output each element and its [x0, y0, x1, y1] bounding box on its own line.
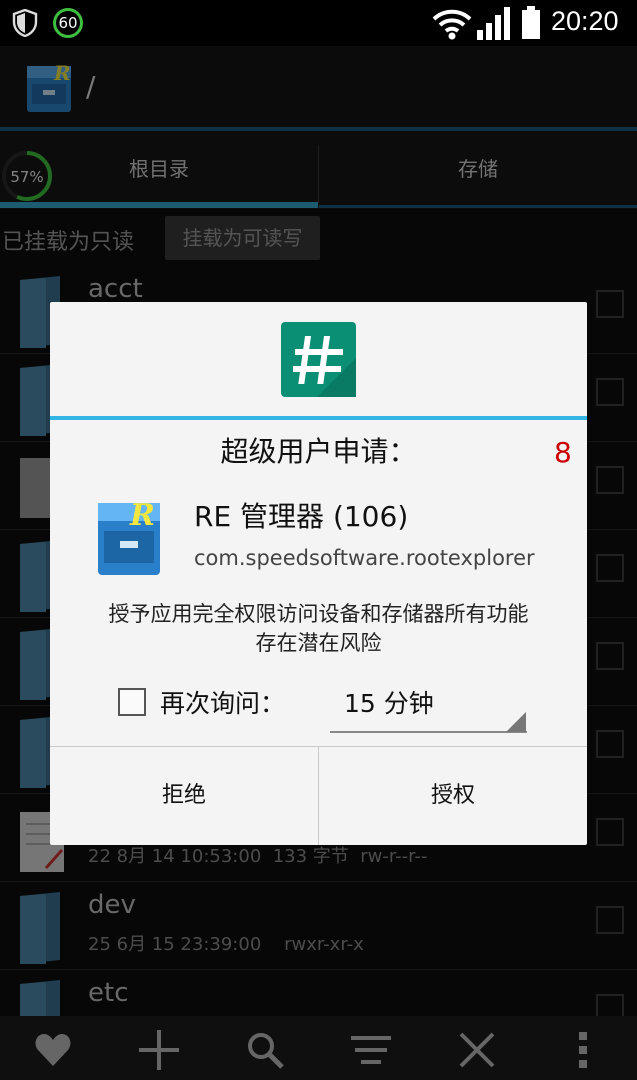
ask-again-checkbox[interactable] [118, 688, 146, 716]
ask-again-label: 再次询问： [160, 689, 286, 718]
app-package-name: com.speedsoftware.rootexplorer [194, 546, 535, 570]
status-bar: 60 20:20 [0, 0, 637, 46]
svg-text:R: R [129, 498, 155, 533]
clock: 20:20 [551, 6, 619, 36]
re-manager-app-icon: R [98, 498, 160, 575]
deny-button[interactable]: 拒绝 [50, 747, 318, 845]
duration-value: 15 分钟 [344, 689, 434, 718]
duration-select[interactable]: 15 分钟 [330, 674, 527, 734]
superuser-request-dialog: 超级用户申请： 8 R RE 管理器 (106) com.speedsoftwa… [50, 302, 587, 845]
shield-icon [12, 9, 38, 37]
warning-line: 存在潜在风险 [255, 631, 382, 655]
wifi-icon [432, 9, 472, 40]
battery-icon [522, 6, 540, 39]
notification-badge: 60 [53, 8, 83, 38]
dropdown-corner-icon [506, 712, 526, 732]
select-underline [330, 731, 527, 733]
dialog-header-divider [50, 416, 587, 420]
dialog-header [50, 302, 587, 417]
dialog-title: 超级用户申请： [220, 435, 417, 468]
signal-icon [477, 7, 510, 40]
warning-line: 授予应用完全权限访问设备和存储器所有功能 [108, 602, 529, 626]
app-name: RE 管理器 (106) [194, 500, 409, 533]
permission-warning: 授予应用完全权限访问设备和存储器所有功能 存在潜在风险 [50, 600, 587, 658]
superuser-hash-icon [281, 322, 356, 397]
countdown-timer: 8 [554, 436, 572, 469]
grant-button[interactable]: 授权 [319, 747, 587, 845]
